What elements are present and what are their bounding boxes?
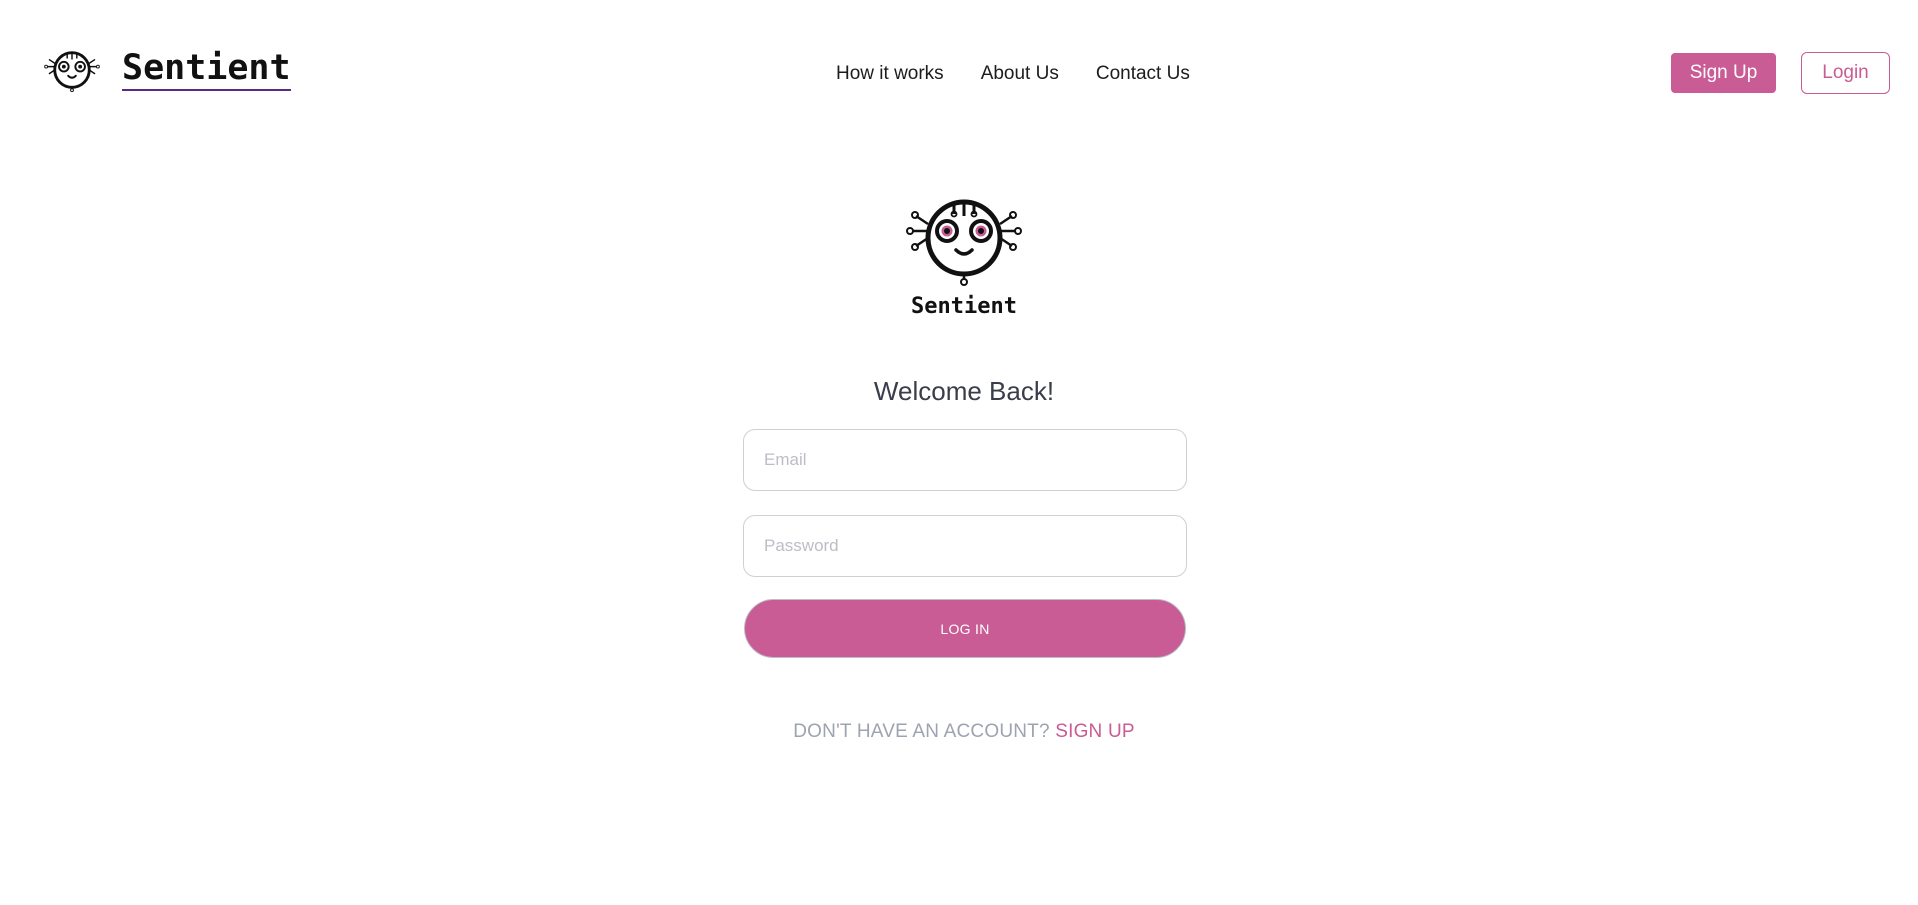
signup-link[interactable]: SIGN UP xyxy=(1055,721,1135,742)
nav-contact-us[interactable]: Contact Us xyxy=(1096,62,1190,86)
brand-name: Sentient xyxy=(122,49,291,91)
nav-about-us[interactable]: About Us xyxy=(981,62,1059,86)
logo-name: Sentient xyxy=(911,294,1017,319)
header-login-button[interactable]: Login xyxy=(1801,52,1890,94)
nav-how-it-works[interactable]: How it works xyxy=(836,62,944,86)
login-submit-button[interactable]: LOG IN xyxy=(744,599,1186,658)
robot-face-icon xyxy=(900,188,1028,288)
signup-prompt: DON'T HAVE AN ACCOUNT? SIGN UP xyxy=(714,721,1214,743)
password-field[interactable] xyxy=(743,515,1187,577)
robot-face-icon xyxy=(40,46,104,94)
header-signup-button[interactable]: Sign Up xyxy=(1671,53,1776,93)
page-title: Welcome Back! xyxy=(873,376,1055,406)
signup-prompt-text: DON'T HAVE AN ACCOUNT? xyxy=(793,721,1050,742)
brand-home-link[interactable]: Sentient xyxy=(40,46,291,94)
main-nav: How it works About Us Contact Us xyxy=(836,62,1190,86)
email-field[interactable] xyxy=(743,429,1187,491)
